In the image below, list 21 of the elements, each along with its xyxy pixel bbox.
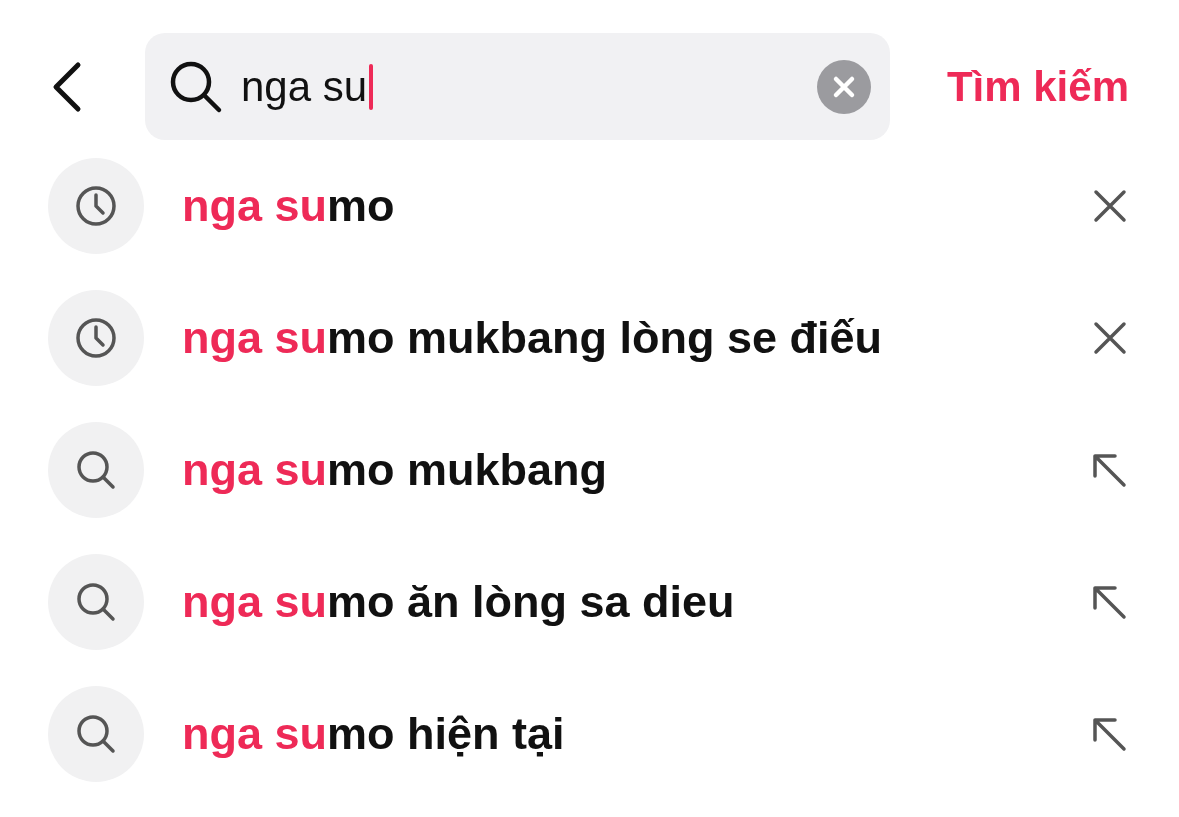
suggestion-item[interactable]: nga sumo <box>0 140 1179 272</box>
suggestion-item[interactable]: nga sumo mukbang <box>0 404 1179 536</box>
suggestion-text: nga sumo mukbang <box>182 444 609 496</box>
suggestion-item[interactable]: nga sumo ăn lòng sa dieu <box>0 536 1179 668</box>
arrow-up-left-icon[interactable] <box>1091 452 1127 488</box>
suggestion-item[interactable]: nga sumo hiện tại <box>0 668 1179 800</box>
suggestion-text: nga sumo <box>182 180 396 232</box>
search-button[interactable]: Tìm kiếm <box>946 62 1129 111</box>
text-cursor <box>369 63 374 110</box>
search-query: nga su <box>241 62 368 111</box>
suggestion-item[interactable]: nga sumo mukbang lòng se điếu <box>0 272 1179 404</box>
suggestion-text: nga sumo ăn lòng sa dieu <box>182 576 736 628</box>
search-icon <box>169 59 223 114</box>
arrow-up-left-icon[interactable] <box>1091 584 1127 620</box>
close-icon[interactable] <box>1093 189 1127 223</box>
suggestion-text: nga sumo mukbang lòng se điếu <box>182 312 884 364</box>
close-icon[interactable] <box>1093 321 1127 355</box>
arrow-up-left-icon[interactable] <box>1091 716 1127 752</box>
suggestion-text: nga sumo hiện tại <box>182 708 566 760</box>
search-field[interactable]: nga su <box>145 33 890 140</box>
clear-icon[interactable] <box>816 58 872 115</box>
